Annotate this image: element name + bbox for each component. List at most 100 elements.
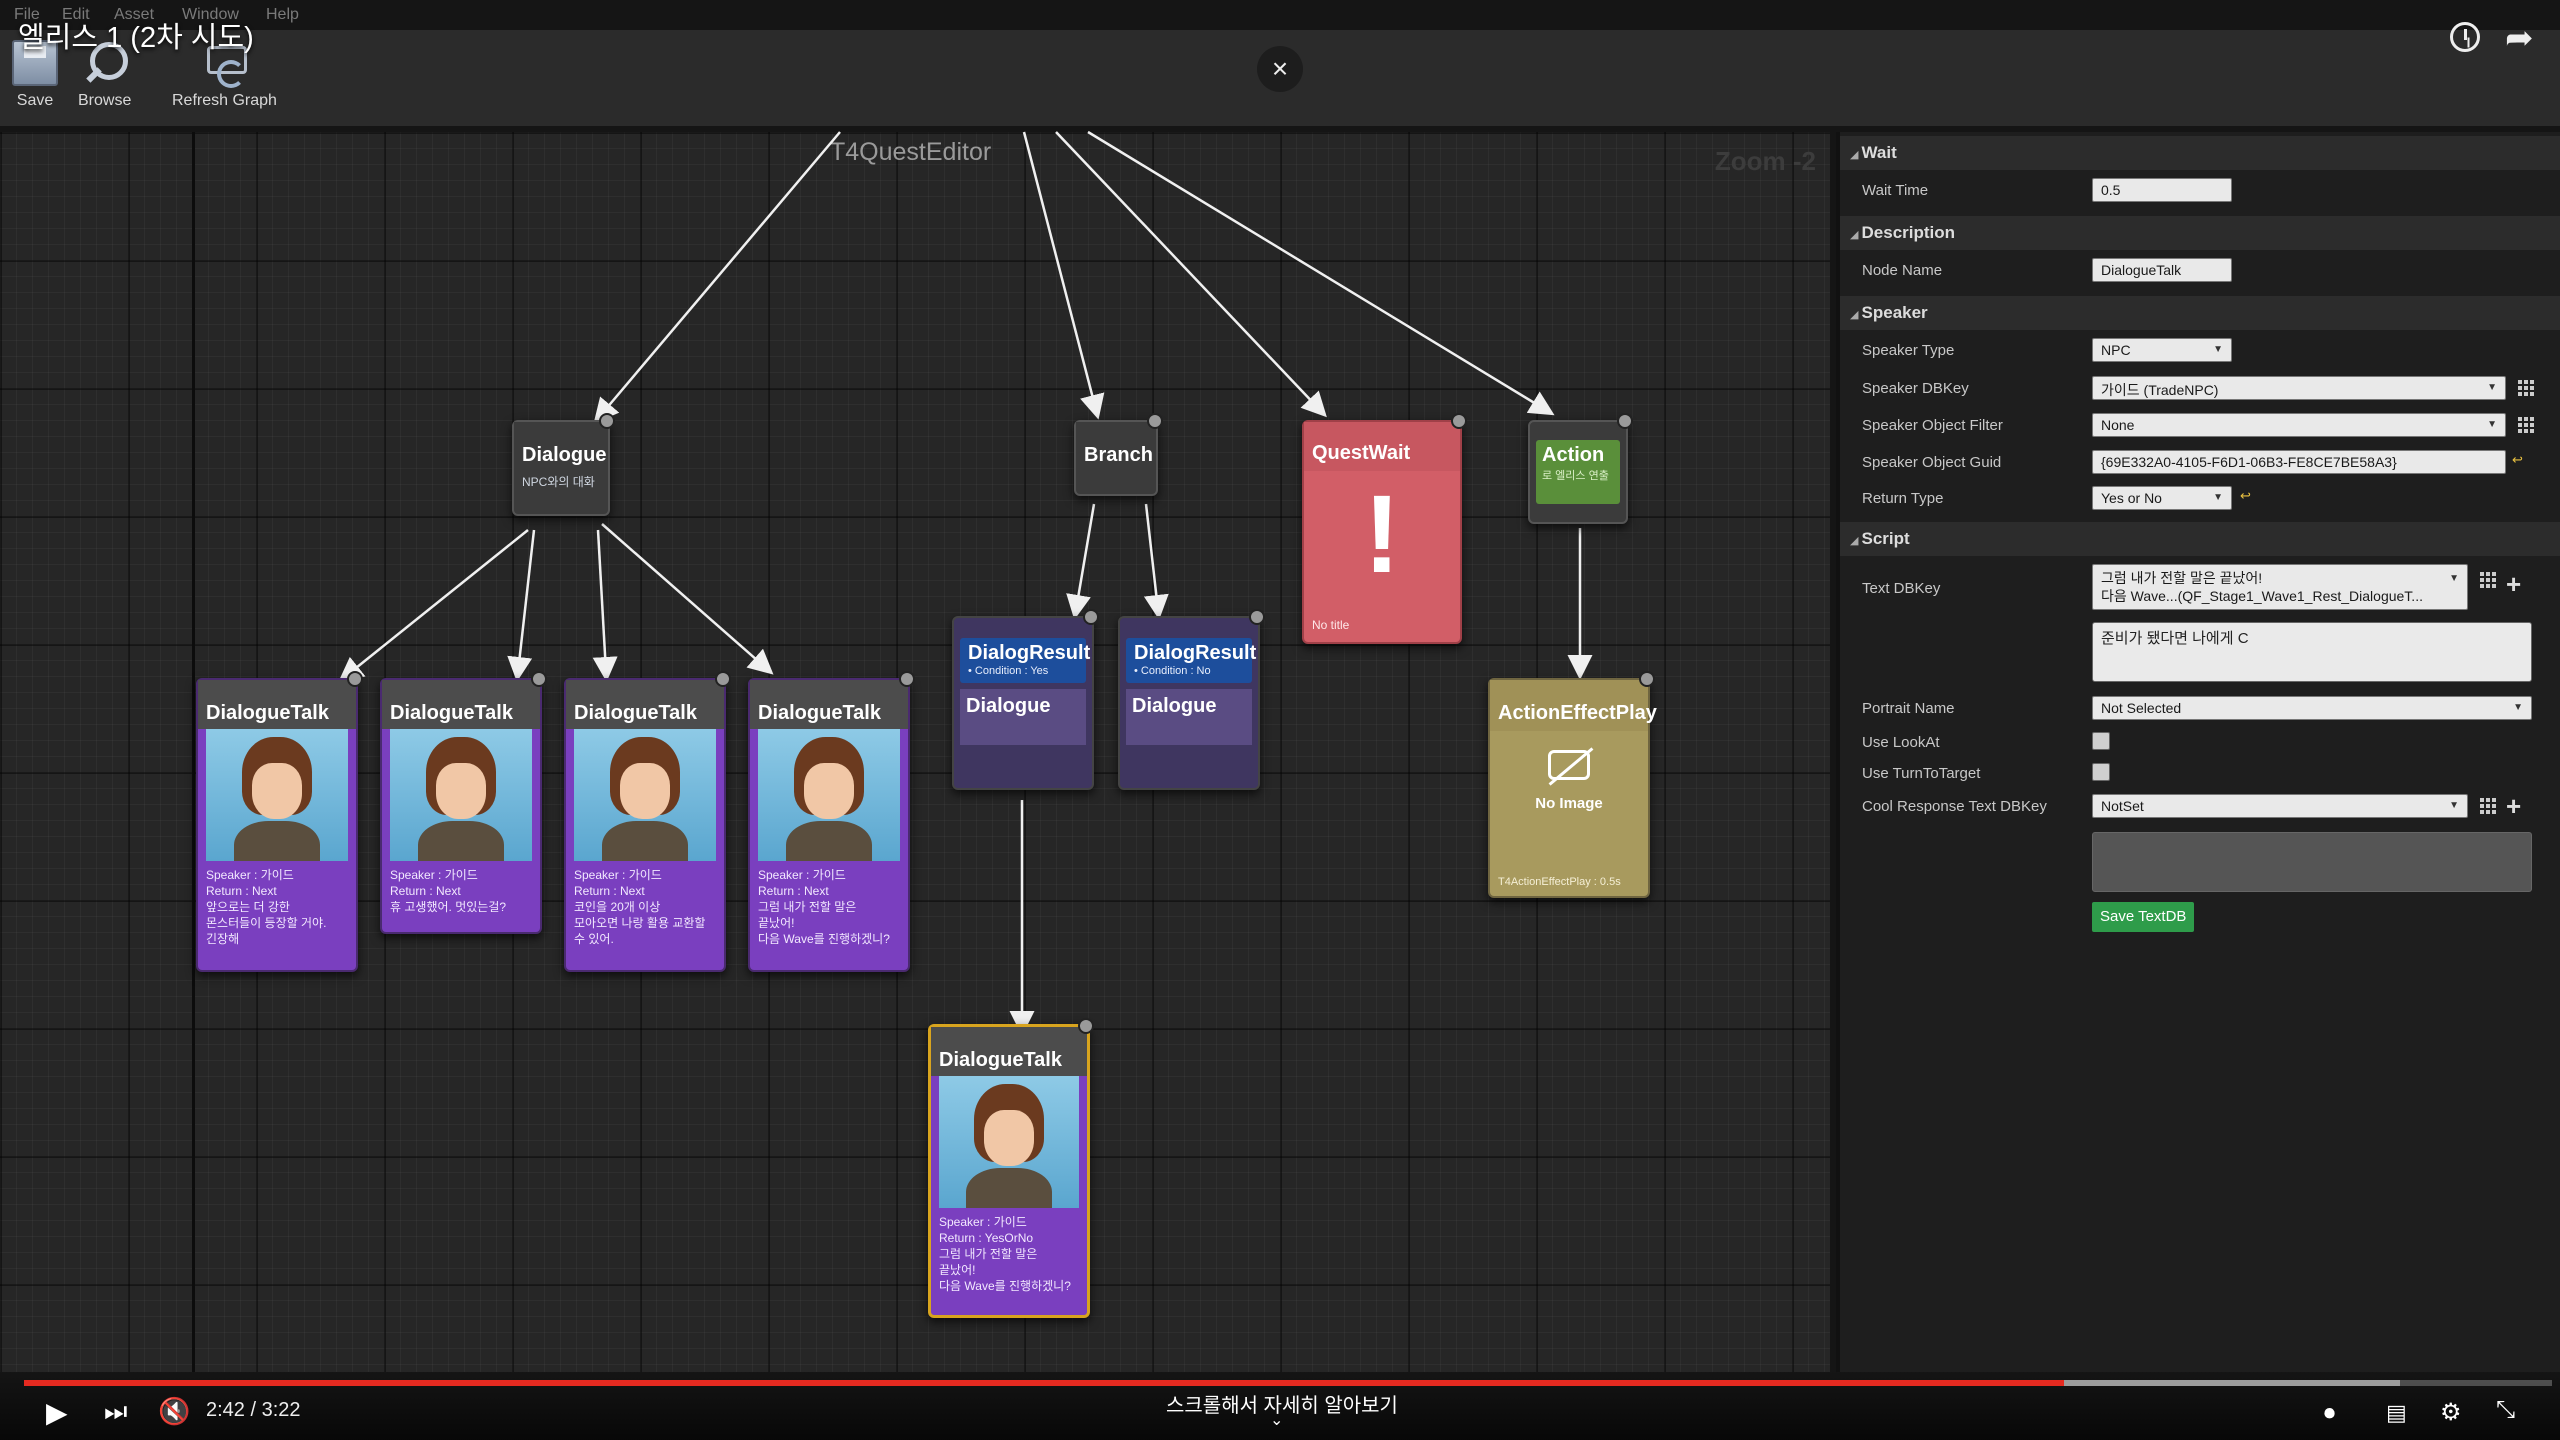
output-pin[interactable] <box>531 671 547 687</box>
screen: File Edit Asset Window Help Save Browse … <box>0 0 2560 1440</box>
node-footer: T4ActionEffectPlay : 0.5s <box>1498 876 1621 888</box>
settings-icon[interactable]: ⚙ <box>2440 1398 2462 1427</box>
wait-time-input[interactable]: 0.5 <box>2092 178 2232 202</box>
node-name-input[interactable]: DialogueTalk <box>2092 258 2232 282</box>
chevron-down-icon[interactable]: ⌄ <box>1270 1410 1283 1430</box>
plus-icon[interactable]: + <box>2506 793 2521 819</box>
node-title: DialogueTalk <box>198 680 356 729</box>
cool-response-text-area[interactable] <box>2092 832 2532 892</box>
graph-title: T4QuestEditor <box>830 138 992 166</box>
plus-icon[interactable]: + <box>2506 571 2521 597</box>
autoplay-toggle-icon[interactable]: ⏺ <box>2324 1400 2335 1426</box>
branch-node[interactable]: Branch <box>1074 413 1163 496</box>
speaker-dbkey-label: Speaker DBKey <box>1862 380 1969 397</box>
text-preview-area[interactable]: 준비가 됐다면 나에게 C <box>2092 622 2532 682</box>
output-pin[interactable] <box>715 671 731 687</box>
mute-icon[interactable]: 🔇 <box>158 1396 190 1427</box>
node-subtitle: 로 엘리스 연출 <box>1542 470 1609 482</box>
use-lookat-checkbox[interactable] <box>2092 732 2110 750</box>
dialogue-talk-node-1[interactable]: DialogueTalk Speaker : 가이드 Return : Next… <box>196 671 363 972</box>
node-subtitle: NPC와의 대화 <box>522 475 595 489</box>
time-display: 2:42 / 3:22 <box>206 1399 301 1421</box>
zoom-level: Zoom -2 <box>1714 146 1816 176</box>
dialogue-talk-node-2[interactable]: DialogueTalk Speaker : 가이드 Return : Next… <box>380 671 547 934</box>
dialogue-talk-node-3[interactable]: DialogueTalk Speaker : 가이드 Return : Next… <box>564 671 731 972</box>
text-dbkey-dropdown[interactable]: 그럼 내가 전할 말은 끝났어! 다음 Wave...(QF_Stage1_Wa… <box>2092 564 2468 610</box>
node-header: Action 로 엘리스 연출 <box>1536 440 1620 504</box>
subtitles-icon[interactable]: ▤ <box>2386 1400 2407 1426</box>
node-title: DialogResult <box>968 642 1091 664</box>
speaker-filter-label: Speaker Object Filter <box>1862 417 2003 434</box>
exit-fullscreen-icon[interactable]: ⤡ <box>2496 1396 2515 1424</box>
output-pin[interactable] <box>1617 413 1633 429</box>
node-info: Speaker : 가이드 Return : Next 휴 고생했어. 멋있는걸… <box>390 868 507 914</box>
no-image-placeholder: No Image <box>1490 750 1648 812</box>
dialogue-talk-node-selected[interactable]: DialogueTalk Speaker : 가이드 Return : YesO… <box>928 1018 1094 1318</box>
output-pin[interactable] <box>1451 413 1467 429</box>
node-title: DialogueTalk <box>566 680 724 729</box>
condition-text: • Condition : No <box>1134 665 1211 677</box>
node-info: Speaker : 가이드 Return : Next 코인을 20개 이상 모… <box>574 868 706 946</box>
cool-response-dropdown[interactable]: NotSet <box>2092 794 2468 818</box>
reset-arrow-icon[interactable]: ↩ <box>2512 452 2523 468</box>
dialogue-label: Dialogue <box>960 689 1086 745</box>
section-speaker[interactable]: Speaker <box>1840 296 2560 330</box>
speaker-type-dropdown[interactable]: NPC <box>2092 338 2232 362</box>
speaker-filter-dropdown[interactable]: None <box>2092 413 2506 437</box>
character-portrait <box>758 729 900 861</box>
action-node[interactable]: Action 로 엘리스 연출 <box>1528 413 1633 524</box>
wait-time-label: Wait Time <box>1862 182 1929 199</box>
dialogue-node[interactable]: Dialogue NPC와의 대화 <box>512 413 615 516</box>
node-info: Speaker : 가이드 Return : YesOrNo 그럼 내가 전할 … <box>939 1215 1071 1293</box>
no-camera-icon <box>1548 750 1590 780</box>
speaker-dbkey-dropdown[interactable]: 가이드 (TradeNPC) <box>2092 376 2506 400</box>
action-effect-play-node[interactable]: ActionEffectPlay No Image T4ActionEffect… <box>1488 671 1657 898</box>
next-icon[interactable]: ⏭ <box>104 1396 127 1428</box>
use-turn-checkbox[interactable] <box>2092 763 2110 781</box>
questwait-node[interactable]: QuestWait ! No title <box>1302 413 1467 644</box>
grid-icon[interactable] <box>2480 798 2496 814</box>
watch-later-icon[interactable] <box>2450 22 2480 52</box>
grid-icon[interactable] <box>2518 417 2534 433</box>
grid-icon[interactable] <box>2518 380 2534 396</box>
result-header: DialogResult • Condition : Yes <box>960 638 1091 683</box>
output-pin[interactable] <box>1249 609 1265 625</box>
node-title: DialogueTalk <box>382 680 540 729</box>
progress-bar[interactable] <box>24 1380 2552 1386</box>
progress-played <box>24 1380 2065 1386</box>
share-icon[interactable]: ➦ <box>2505 18 2534 58</box>
section-wait[interactable]: Wait <box>1840 136 2560 170</box>
node-name-label: Node Name <box>1862 262 1943 279</box>
use-lookat-label: Use LookAt <box>1862 734 1940 751</box>
dialog-result-no-node[interactable]: DialogResult • Condition : No Dialogue <box>1118 609 1265 790</box>
grid-icon[interactable] <box>2480 572 2496 588</box>
section-description[interactable]: Description <box>1840 216 2560 250</box>
text-dbkey-label: Text DBKey <box>1862 580 1941 597</box>
text-dbkey-line2: 다음 Wave...(QF_Stage1_Wave1_Rest_Dialogue… <box>2101 588 2423 604</box>
play-icon[interactable]: ▶ <box>46 1396 68 1429</box>
portrait-name-label: Portrait Name <box>1862 700 1955 717</box>
character-portrait <box>206 729 348 861</box>
no-image-label: No Image <box>1535 795 1603 812</box>
reset-arrow-icon[interactable]: ↩ <box>2240 488 2251 504</box>
output-pin[interactable] <box>899 671 915 687</box>
menu-help[interactable]: Help <box>266 6 299 24</box>
speaker-guid-input[interactable]: {69E332A0-4105-F6D1-06B3-FE8CE7BE58A3} <box>2092 450 2506 474</box>
return-type-dropdown[interactable]: Yes or No <box>2092 486 2232 510</box>
save-textdb-button[interactable]: Save TextDB <box>2092 902 2195 932</box>
close-icon[interactable]: × <box>1257 46 1303 92</box>
dialog-result-yes-node[interactable]: DialogResult • Condition : Yes Dialogue <box>952 609 1099 790</box>
details-panel: Wait Wait Time 0.5 Description Node Name… <box>1836 132 2560 1372</box>
dialogue-talk-node-4[interactable]: DialogueTalk Speaker : 가이드 Return : Next… <box>748 671 915 972</box>
output-pin[interactable] <box>1083 609 1099 625</box>
output-pin[interactable] <box>599 413 615 429</box>
output-pin[interactable] <box>1147 413 1163 429</box>
output-pin[interactable] <box>347 671 363 687</box>
node-info: Speaker : 가이드 Return : Next 앞으로는 더 강한 몬스… <box>206 868 327 946</box>
exclamation-icon: ! <box>1363 473 1401 596</box>
portrait-name-dropdown[interactable]: Not Selected <box>2092 696 2532 720</box>
output-pin[interactable] <box>1078 1018 1094 1034</box>
section-script[interactable]: Script <box>1840 522 2560 556</box>
output-pin[interactable] <box>1639 671 1655 687</box>
video-title: 엘리스 1 (2차 시도) <box>18 22 254 54</box>
